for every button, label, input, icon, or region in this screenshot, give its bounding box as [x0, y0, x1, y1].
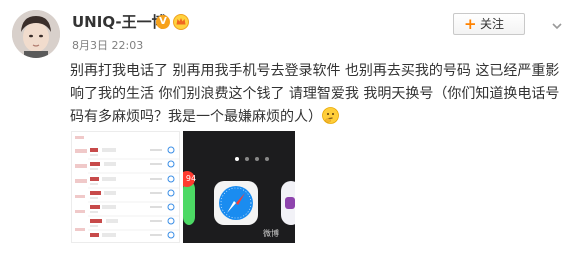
weibo-watermark: 微博 [263, 229, 279, 238]
post-text-line: 别再打我电话了 别再用我手机号去登录软件 也别再去买我的号码 这已经严重影 [70, 63, 560, 79]
post-text-line: 响了我的生活 你们别浪费这个钱了 请理智爱我 我明天换号（你们知道换电话号 [70, 86, 560, 102]
post-image-call-log[interactable] [71, 131, 180, 243]
username[interactable]: UNIQ-王一博 [72, 12, 167, 32]
post-text-line: 码有多麻烦吗？我是一个最嫌麻烦的人） [70, 109, 322, 125]
follow-button-label: 关注 [480, 17, 505, 31]
post-image-home-screen[interactable]: 94 微博 [183, 131, 295, 243]
avatar[interactable] [12, 10, 60, 58]
post-timestamp[interactable]: 8月3日 22:03 [72, 39, 143, 53]
post-text: 别再打我电话了 别再用我手机号去登录软件 也别再去买我的号码 这已经严重影 响了… [70, 60, 570, 129]
member-crown-icon [173, 14, 189, 30]
notification-badge: 94 [185, 174, 197, 183]
verified-badge-icon: V [156, 15, 170, 29]
chevron-down-icon[interactable] [551, 17, 563, 30]
post-text-line-last: 码有多麻烦吗？我是一个最嫌麻烦的人） [70, 106, 570, 129]
thinking-face-icon [322, 107, 339, 124]
plus-icon: + [464, 15, 477, 33]
weibo-post-card: UNIQ-王一博 V 8月3日 22:03 + 关注 别再打我电话了 别再用我手… [0, 0, 577, 253]
follow-button[interactable]: + 关注 [453, 13, 525, 35]
